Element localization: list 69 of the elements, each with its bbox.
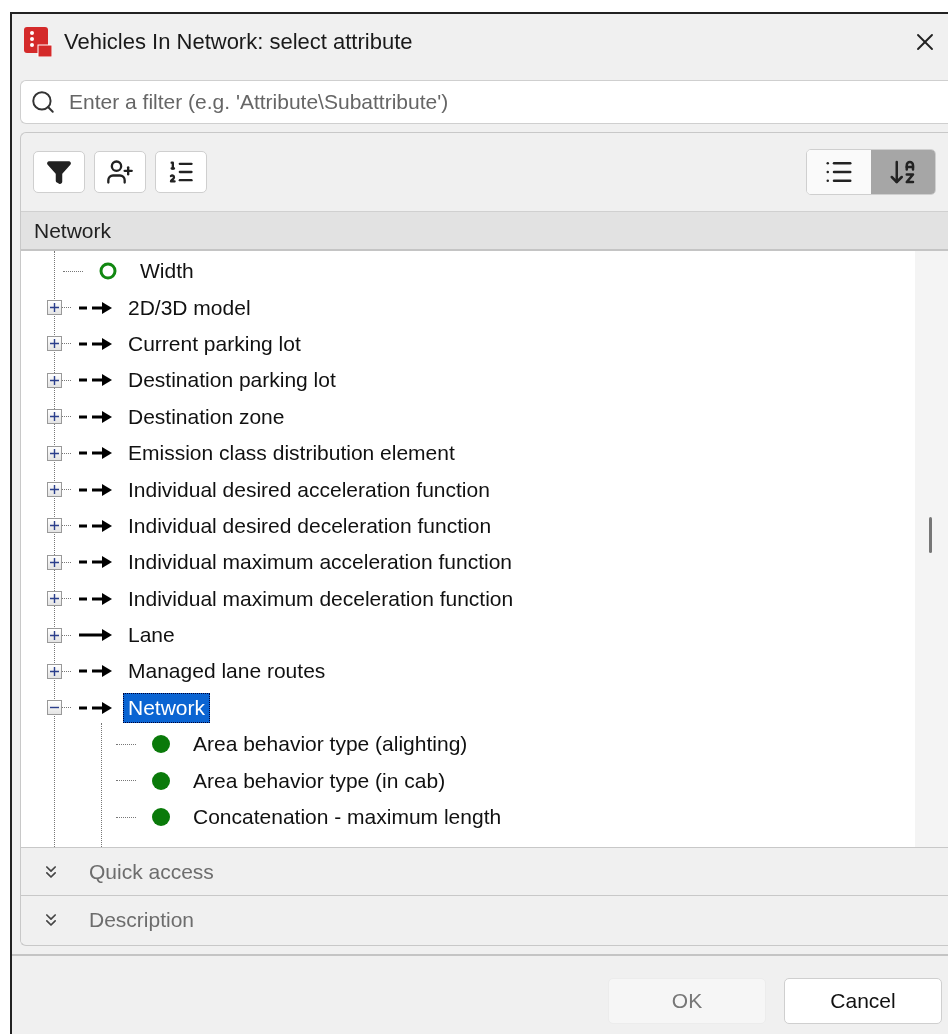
plus-icon [50,485,59,495]
filter-icon [46,159,72,185]
tree-header: Network [21,211,948,251]
expand-button[interactable] [47,445,62,461]
scrollbar[interactable] [915,251,948,847]
plus-icon [50,521,59,531]
tree-item[interactable]: Concatenation - maximum length [188,802,507,833]
tree-item[interactable]: Current parking lot [123,328,306,359]
dashed-arrow-icon [78,517,114,534]
expand-button[interactable] [47,336,62,352]
expand-button[interactable] [47,627,62,643]
tree-item[interactable]: Individual maximum acceleration function [123,547,518,578]
tree-item[interactable]: Network [123,692,211,723]
tree-item[interactable]: Individual maximum deceleration function [123,583,519,614]
section-header[interactable]: Description [21,895,948,943]
expand-button[interactable] [47,372,62,388]
tree-item[interactable]: Lane [123,620,180,651]
plus-icon [50,667,59,676]
search-icon [30,89,56,115]
dot-icon [151,807,171,828]
tree-item[interactable]: Individual desired deceleration function [123,510,497,541]
dashed-arrow-icon [78,299,114,316]
filter-button[interactable] [33,151,85,193]
expand-button[interactable] [47,664,62,679]
dashed-arrow-icon [78,445,114,462]
expand-button[interactable] [47,409,62,425]
window-title: Vehicles In Network: select attribute [64,29,414,55]
dialog-button[interactable]: Cancel [784,978,942,1024]
list-order-button[interactable] [155,151,207,193]
expand-button[interactable] [47,591,62,607]
tree-item[interactable]: Destination parking lot [123,365,341,396]
dashed-arrow-icon [78,335,114,352]
tree-item[interactable]: Managed lane routes [123,656,331,687]
tree-item[interactable]: Individual desired acceleration function [123,474,495,505]
tree-item[interactable]: Destination zone [123,401,290,432]
collapse-button[interactable] [47,700,62,716]
app-logo-icon [24,27,52,57]
plus-icon [50,448,59,458]
dashed-arrow-icon [78,372,114,389]
dot-icon [151,734,171,755]
add-user-button[interactable] [94,151,146,193]
tree-item[interactable]: Emission class distribution element [123,438,460,469]
plus-icon [50,630,59,640]
user-plus-icon [106,158,134,186]
filter-field[interactable]: Enter a filter (e.g. 'Attribute\Subattribute') [20,80,948,124]
plus-icon [50,557,59,567]
dashed-arrow-icon [78,481,114,498]
dashed-arrow-icon [78,699,114,716]
hollow-circle-icon [98,261,118,282]
expand-button[interactable] [47,518,62,534]
tree-item[interactable]: 2D/3D model [123,292,256,323]
plus-icon [50,339,59,349]
expand-button[interactable] [47,300,62,316]
plus-icon [50,303,59,313]
tree-item[interactable]: Area behavior type (in cab) [188,765,451,796]
expand-button[interactable] [47,554,62,570]
expand-button[interactable] [47,482,62,498]
dashed-arrow-icon [78,590,114,607]
dashed-arrow-icon [78,663,114,680]
dot-icon [151,770,171,791]
plus-icon [50,375,59,385]
plus-icon [50,412,59,422]
dashed-arrow-icon [78,408,114,425]
plus-icon [50,594,59,604]
tree-item[interactable]: Width [135,256,199,287]
tree-item[interactable]: Area behavior type (alighting) [188,729,473,760]
arrow-icon [78,627,114,644]
dashed-arrow-icon [78,554,114,571]
sort-button[interactable] [871,150,935,194]
